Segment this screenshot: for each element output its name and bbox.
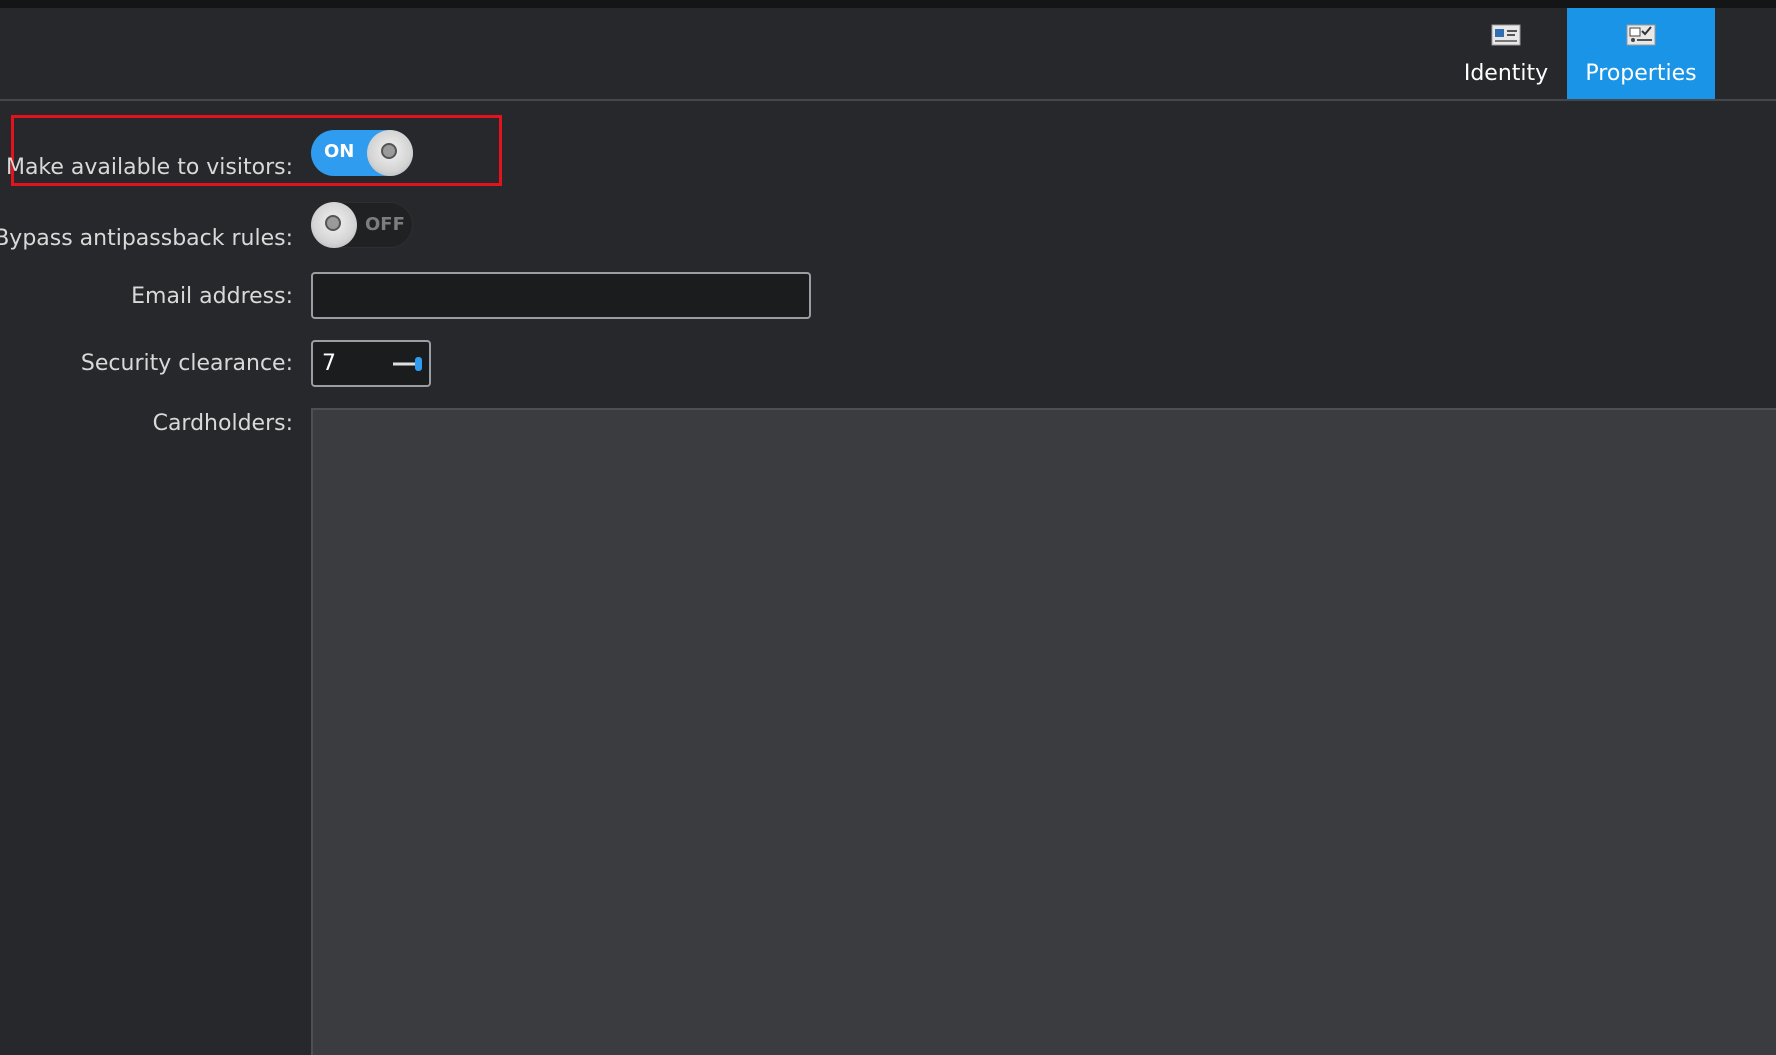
visitors-label: Make available to visitors: — [5, 155, 293, 180]
cardholders-label: Cardholders: — [152, 411, 293, 436]
email-field[interactable] — [311, 272, 811, 319]
tab-identity-label: Identity — [1463, 61, 1549, 86]
visitors-toggle-state: ON — [324, 141, 355, 162]
tab-properties-label: Properties — [1585, 61, 1697, 86]
window-top-border — [0, 0, 1776, 8]
security-clearance-label: Security clearance: — [80, 351, 293, 376]
tab-identity[interactable]: Identity — [1432, 8, 1580, 99]
antipassback-toggle[interactable]: OFF — [311, 202, 413, 248]
visitors-toggle[interactable]: ON — [311, 130, 413, 176]
properties-icon — [1626, 24, 1656, 46]
cardholders-list[interactable] — [311, 408, 1776, 1055]
antipassback-toggle-state: OFF — [365, 214, 405, 235]
toggle-knob-icon — [367, 130, 413, 176]
security-clearance-value: 7 — [322, 351, 336, 376]
antipassback-label: Bypass antipassback rules: — [0, 226, 293, 251]
identity-card-icon — [1491, 24, 1521, 46]
toggle-knob-icon — [311, 202, 357, 248]
tab-properties[interactable]: Properties — [1567, 8, 1715, 99]
email-label: Email address: — [131, 284, 293, 309]
tab-bar: Identity Properties — [0, 8, 1776, 101]
slider-icon[interactable] — [392, 355, 424, 373]
security-clearance-field[interactable]: 7 — [311, 340, 431, 387]
